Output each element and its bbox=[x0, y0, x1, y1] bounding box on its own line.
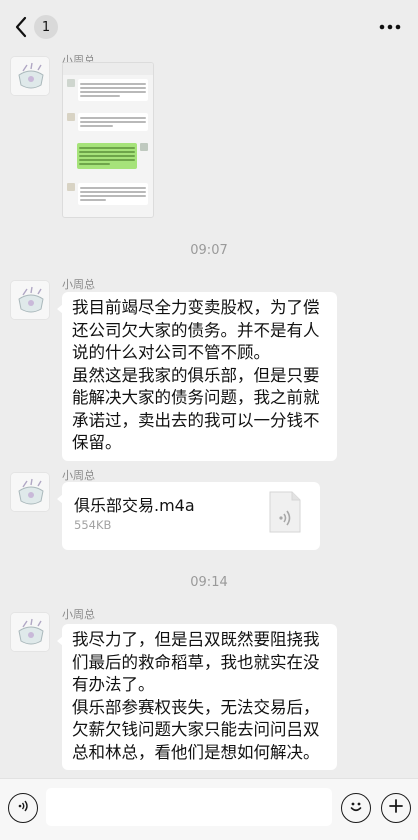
timestamp: 09:07 bbox=[190, 243, 228, 258]
voice-button[interactable] bbox=[8, 793, 38, 823]
avatar[interactable] bbox=[10, 280, 50, 320]
avatar[interactable] bbox=[10, 56, 50, 96]
input-bar bbox=[0, 778, 418, 840]
thumbnail-header bbox=[63, 63, 153, 75]
message-paragraph: 我尽力了，但是吕双既然要阻挠我们最后的救命稻草，我也就实在没有办法了。 bbox=[72, 630, 320, 694]
message-paragraph: 我目前竭尽全力变卖股权，为了偿还公司欠大家的债务。并不是有人说的什么对公司不管不… bbox=[72, 298, 320, 362]
file-name: 俱乐部交易.m4a bbox=[74, 496, 195, 515]
thumbnail-message bbox=[67, 113, 148, 131]
message-input[interactable] bbox=[46, 788, 332, 826]
message-paragraph: 虽然这是我家的俱乐部，但是只要能解决大家的债务问题，我之前就承诺过，卖出去的我可… bbox=[72, 365, 320, 453]
thumbnail-message bbox=[67, 183, 148, 205]
file-size: 554KB bbox=[74, 518, 112, 532]
avatar[interactable] bbox=[10, 472, 50, 512]
thumbnail-message bbox=[77, 143, 148, 169]
plus-icon bbox=[388, 798, 404, 818]
sender-name: 小周总 bbox=[62, 278, 95, 291]
thumbnail-message bbox=[67, 79, 148, 101]
chat-header: 1 bbox=[0, 0, 418, 54]
file-message[interactable]: 俱乐部交易.m4a 554KB bbox=[57, 482, 320, 550]
more-dots-icon[interactable] bbox=[376, 17, 404, 37]
screenshot-image[interactable] bbox=[62, 62, 154, 218]
audio-file-icon bbox=[268, 490, 302, 534]
message-paragraph: 俱乐部参赛权丧失，无法交易后，欠薪欠钱问题大家只能去问问吕双总和林总，看他们是想… bbox=[72, 697, 320, 762]
text-message-bubble[interactable]: 我目前竭尽全力变卖股权，为了偿还公司欠大家的债务。并不是有人说的什么对公司不管不… bbox=[57, 292, 337, 461]
chevron-left-icon[interactable] bbox=[10, 16, 32, 38]
text-message-bubble[interactable]: 我尽力了，但是吕双既然要阻挠我们最后的救命稻草，我也就实在没有办法了。 俱乐部参… bbox=[57, 624, 337, 770]
emoji-icon bbox=[347, 797, 365, 819]
emoji-button[interactable] bbox=[341, 793, 371, 823]
unread-count-badge: 1 bbox=[34, 15, 58, 39]
plus-button[interactable] bbox=[381, 793, 411, 823]
avatar[interactable] bbox=[10, 612, 50, 652]
sender-name: 小周总 bbox=[62, 608, 95, 621]
back-button[interactable]: 1 bbox=[10, 15, 58, 39]
voice-icon bbox=[15, 798, 31, 818]
timestamp: 09:14 bbox=[190, 575, 228, 590]
sender-name: 小周总 bbox=[62, 469, 95, 482]
